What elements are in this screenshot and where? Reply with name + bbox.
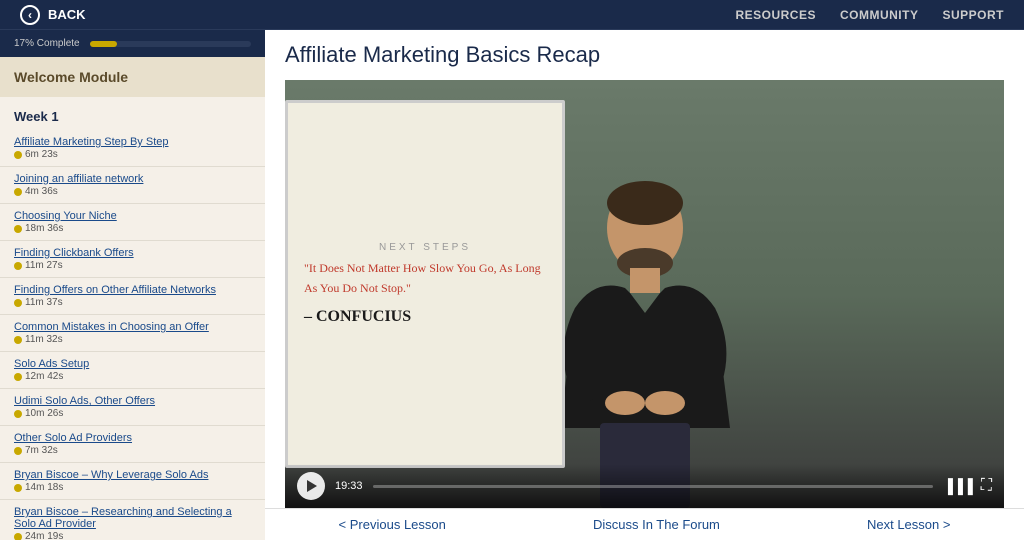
- video-progress-track[interactable]: [373, 485, 934, 488]
- lesson-name: Joining an affiliate network: [14, 173, 251, 185]
- lesson-duration: 10m 26s: [25, 408, 63, 419]
- page-title: Affiliate Marketing Basics Recap: [285, 42, 1004, 68]
- lesson-meta: 18m 36s: [14, 223, 251, 234]
- lesson-meta: 4m 36s: [14, 186, 251, 197]
- lesson-name: Choosing Your Niche: [14, 210, 251, 222]
- lesson-dot-icon: [14, 336, 22, 344]
- list-item[interactable]: Finding Offers on Other Affiliate Networ…: [0, 278, 265, 315]
- back-button[interactable]: ‹ BACK: [20, 5, 86, 25]
- lesson-dot-icon: [14, 188, 22, 196]
- play-button[interactable]: [297, 472, 325, 500]
- back-circle-icon: ‹: [20, 5, 40, 25]
- week-title: Week 1: [0, 97, 265, 130]
- lesson-meta: 24m 19s: [14, 531, 251, 540]
- lesson-meta: 11m 37s: [14, 297, 251, 308]
- lessons-list: Affiliate Marketing Step By Step 6m 23s …: [0, 130, 265, 540]
- lesson-duration: 14m 18s: [25, 482, 63, 493]
- video-controls: 19:33 ▐▐▐ ⛶: [285, 464, 1004, 508]
- lesson-name: Other Solo Ad Providers: [14, 432, 251, 444]
- content-header: Affiliate Marketing Basics Recap: [265, 30, 1024, 80]
- list-item[interactable]: Joining an affiliate network 4m 36s: [0, 167, 265, 204]
- video-time: 19:33: [335, 480, 363, 492]
- lesson-duration: 7m 32s: [25, 445, 58, 456]
- lesson-name: Affiliate Marketing Step By Step: [14, 136, 251, 148]
- lesson-name: Common Mistakes in Choosing an Offer: [14, 321, 251, 333]
- lesson-dot-icon: [14, 447, 22, 455]
- whiteboard-quote: "It Does Not Matter How Slow You Go, As …: [304, 259, 546, 297]
- bottom-nav: < Previous Lesson Discuss In The Forum N…: [265, 508, 1024, 540]
- lesson-duration: 4m 36s: [25, 186, 58, 197]
- lesson-meta: 11m 27s: [14, 260, 251, 271]
- lesson-meta: 12m 42s: [14, 371, 251, 382]
- lesson-duration: 6m 23s: [25, 149, 58, 160]
- progress-bar-bg: [90, 41, 251, 47]
- list-item[interactable]: Other Solo Ad Providers 7m 32s: [0, 426, 265, 463]
- main-layout: 17% Complete Welcome Module Week 1 Affil…: [0, 30, 1024, 540]
- signal-icon: ▐▐▐: [943, 478, 973, 494]
- lesson-dot-icon: [14, 151, 22, 159]
- content-area: Affiliate Marketing Basics Recap: [265, 30, 1024, 540]
- lesson-meta: 10m 26s: [14, 408, 251, 419]
- lesson-dot-icon: [14, 410, 22, 418]
- support-link[interactable]: SUPPORT: [942, 8, 1004, 22]
- list-item[interactable]: Bryan Biscoe – Why Leverage Solo Ads 14m…: [0, 463, 265, 500]
- video-container[interactable]: NEXT STEPS "It Does Not Matter How Slow …: [285, 80, 1004, 508]
- instructor-figure: [535, 168, 755, 508]
- whiteboard-top-text: NEXT STEPS: [304, 242, 546, 253]
- list-item[interactable]: Common Mistakes in Choosing an Offer 11m…: [0, 315, 265, 352]
- lesson-meta: 11m 32s: [14, 334, 251, 345]
- lesson-name: Finding Clickbank Offers: [14, 247, 251, 259]
- list-item[interactable]: Finding Clickbank Offers 11m 27s: [0, 241, 265, 278]
- community-link[interactable]: COMMUNITY: [840, 8, 919, 22]
- lesson-name: Solo Ads Setup: [14, 358, 251, 370]
- lesson-name: Bryan Biscoe – Researching and Selecting…: [14, 506, 251, 530]
- lesson-dot-icon: [14, 484, 22, 492]
- list-item[interactable]: Udimi Solo Ads, Other Offers 10m 26s: [0, 389, 265, 426]
- video-background: NEXT STEPS "It Does Not Matter How Slow …: [285, 80, 1004, 508]
- lesson-name: Bryan Biscoe – Why Leverage Solo Ads: [14, 469, 251, 481]
- lesson-dot-icon: [14, 262, 22, 270]
- progress-bar-fill: [90, 41, 117, 47]
- lesson-duration: 11m 37s: [25, 297, 63, 308]
- lesson-duration: 11m 27s: [25, 260, 63, 271]
- whiteboard-author: – CONFUCIUS: [304, 308, 546, 326]
- lesson-dot-icon: [14, 299, 22, 307]
- lesson-duration: 24m 19s: [25, 531, 63, 540]
- module-title: Welcome Module: [0, 57, 265, 97]
- lesson-name: Udimi Solo Ads, Other Offers: [14, 395, 251, 407]
- resources-link[interactable]: RESOURCES: [735, 8, 816, 22]
- sidebar: 17% Complete Welcome Module Week 1 Affil…: [0, 30, 265, 540]
- lesson-dot-icon: [14, 373, 22, 381]
- whiteboard: NEXT STEPS "It Does Not Matter How Slow …: [285, 100, 565, 468]
- lesson-meta: 7m 32s: [14, 445, 251, 456]
- discuss-forum-link[interactable]: Discuss In The Forum: [593, 517, 720, 532]
- nav-links: RESOURCES COMMUNITY SUPPORT: [735, 8, 1004, 22]
- lesson-meta: 6m 23s: [14, 149, 251, 160]
- back-label: BACK: [48, 7, 86, 22]
- progress-label: 17% Complete: [14, 38, 80, 49]
- lesson-name: Finding Offers on Other Affiliate Networ…: [14, 284, 251, 296]
- lesson-duration: 11m 32s: [25, 334, 63, 345]
- list-item[interactable]: Bryan Biscoe – Researching and Selecting…: [0, 500, 265, 540]
- lesson-duration: 18m 36s: [25, 223, 63, 234]
- progress-section: 17% Complete: [0, 30, 265, 57]
- list-item[interactable]: Affiliate Marketing Step By Step 6m 23s: [0, 130, 265, 167]
- list-item[interactable]: Choosing Your Niche 18m 36s: [0, 204, 265, 241]
- prev-lesson-link[interactable]: < Previous Lesson: [339, 517, 446, 532]
- video-right-controls: ▐▐▐ ⛶: [943, 477, 992, 495]
- fullscreen-icon[interactable]: ⛶: [981, 477, 992, 495]
- lesson-dot-icon: [14, 533, 22, 540]
- next-lesson-link[interactable]: Next Lesson >: [867, 517, 950, 532]
- lesson-meta: 14m 18s: [14, 482, 251, 493]
- top-nav: ‹ BACK RESOURCES COMMUNITY SUPPORT: [0, 0, 1024, 30]
- play-icon: [307, 480, 317, 492]
- list-item[interactable]: Solo Ads Setup 12m 42s: [0, 352, 265, 389]
- lesson-duration: 12m 42s: [25, 371, 63, 382]
- lesson-dot-icon: [14, 225, 22, 233]
